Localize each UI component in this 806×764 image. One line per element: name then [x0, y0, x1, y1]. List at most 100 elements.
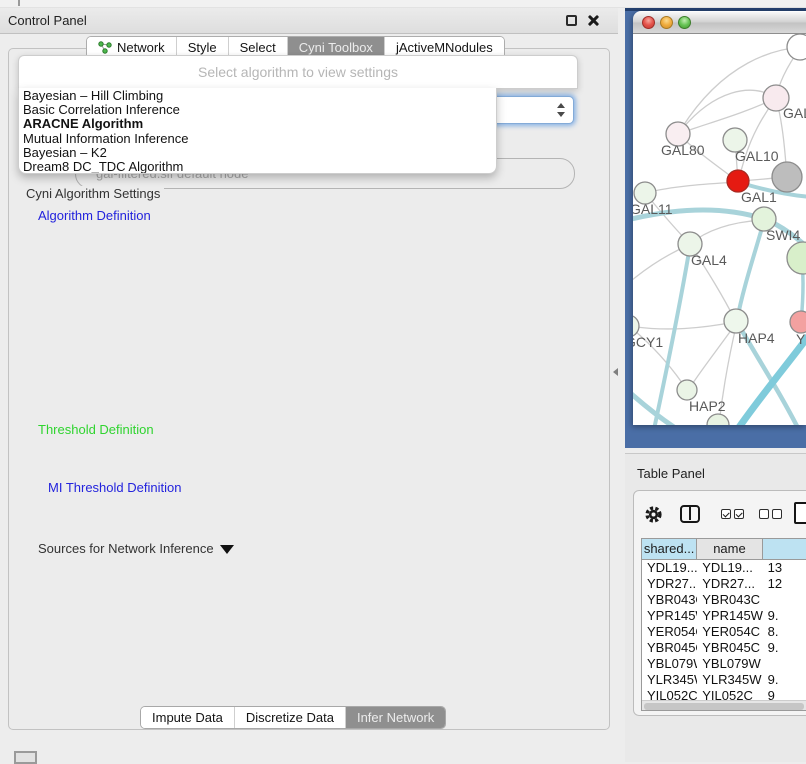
- table-cell: YPR145W: [697, 608, 762, 624]
- zoom-window-icon[interactable]: [678, 16, 691, 29]
- table-cell: YBL079W: [697, 656, 762, 672]
- top-strip: [0, 0, 806, 8]
- node-label: HAP4: [738, 330, 775, 346]
- table-cell: [763, 656, 806, 672]
- table-row[interactable]: YBR043CYBR043C: [642, 592, 806, 608]
- tab-infer-network[interactable]: Infer Network: [345, 707, 445, 728]
- network-node[interactable]: [787, 34, 806, 60]
- algorithm-option-mutual-information-inference[interactable]: Mutual Information Inference: [23, 132, 496, 146]
- network-node[interactable]: [787, 242, 806, 274]
- checked-box-icon[interactable]: [734, 509, 744, 519]
- table-row[interactable]: YDR27...YDR27...12: [642, 576, 806, 592]
- network-view-window: GALGAL80GAL10GAL1GAL11SWI4GAL4HAP4YGCY1H…: [633, 11, 806, 425]
- mi-threshold-legend: MI Threshold Definition: [44, 480, 185, 495]
- table-cell: YLR345W: [642, 672, 697, 688]
- node-label: GAL80: [661, 142, 705, 158]
- algorithm-option-bayesian-hill-climbing[interactable]: Bayesian – Hill Climbing: [23, 89, 496, 103]
- table-panel-title: Table Panel: [637, 466, 705, 481]
- minimize-window-icon[interactable]: [660, 16, 673, 29]
- algorithm-option-aracne-algorithm[interactable]: ARACNE Algorithm: [23, 117, 496, 131]
- network-icon: [98, 41, 112, 54]
- algorithm-option-bayesian-k2[interactable]: Bayesian – K2: [23, 146, 496, 160]
- sources-legend-text: Sources for Network Inference: [38, 541, 214, 556]
- document-icon[interactable]: [794, 502, 806, 524]
- node-label: GAL: [783, 105, 806, 121]
- close-icon[interactable]: [587, 14, 600, 27]
- table-toolbar: [633, 498, 806, 532]
- table-cell: YBL079W: [642, 656, 697, 672]
- table-horizontal-scrollbar[interactable]: [642, 700, 806, 710]
- split-columns-icon[interactable]: [680, 505, 700, 523]
- table-cell: YER054C: [697, 624, 762, 640]
- network-node[interactable]: [772, 162, 802, 192]
- table-row[interactable]: YBL079WYBL079W: [642, 656, 806, 672]
- control-panel-titlebar: [0, 8, 618, 34]
- table-scrollbar-thumb[interactable]: [644, 703, 804, 710]
- algorithm-option-dream8-dc-tdc-algorithm[interactable]: Dream8 DC_TDC Algorithm: [23, 160, 496, 174]
- algorithm-option-basic-correlation-inference[interactable]: Basic Correlation Inference: [23, 103, 496, 117]
- node-label: GAL4: [691, 252, 727, 268]
- algorithm-definition-legend: Algorithm Definition: [34, 208, 155, 223]
- table-cell: 8.: [763, 624, 806, 640]
- node-label: GCY1: [633, 334, 663, 350]
- table-cell: YIL052C: [697, 688, 762, 700]
- unchecked-box-icon[interactable]: [759, 509, 769, 519]
- table-cell: YPR145W: [642, 608, 697, 624]
- table-cell: [763, 592, 806, 608]
- table-row[interactable]: YDL19...YDL19...13: [642, 560, 806, 576]
- algorithm-dropdown-list: Bayesian – Hill ClimbingBasic Correlatio…: [18, 88, 497, 174]
- tab-discretize-data[interactable]: Discretize Data: [234, 707, 345, 728]
- unchecked-box-icon[interactable]: [772, 509, 782, 519]
- table-row[interactable]: YIL052CYIL052C9: [642, 688, 806, 700]
- table-cell: 9.: [763, 672, 806, 688]
- table-cell: YDL19...: [642, 560, 697, 576]
- divider-grip-icon[interactable]: [613, 368, 618, 376]
- network-edge[interactable]: [645, 182, 737, 193]
- checked-box-icon[interactable]: [721, 509, 731, 519]
- tab-impute-data[interactable]: Impute Data: [141, 707, 234, 728]
- table-cell: YBR043C: [642, 592, 697, 608]
- table-cell: 13: [763, 560, 806, 576]
- algorithm-select-placeholder[interactable]: Select algorithm to view settings: [18, 55, 578, 89]
- collapse-down-icon: [220, 545, 234, 554]
- cyni-mode-tabs: Impute DataDiscretize DataInfer Network: [140, 706, 446, 729]
- combo-stepper-icon: [557, 103, 565, 117]
- float-panel-icon[interactable]: [566, 15, 577, 26]
- column-header-extra[interactable]: [763, 539, 806, 559]
- network-edge[interactable]: [678, 98, 776, 134]
- network-canvas[interactable]: GALGAL80GAL10GAL1GAL11SWI4GAL4HAP4YGCY1H…: [633, 34, 806, 425]
- gear-icon[interactable]: [643, 504, 664, 525]
- network-edge-weighted[interactable]: [737, 221, 764, 320]
- table-row[interactable]: YBR045CYBR045C9.: [642, 640, 806, 656]
- table-row[interactable]: YER054CYER054C8.: [642, 624, 806, 640]
- table-cell: YDR27...: [642, 576, 697, 592]
- network-edge[interactable]: [633, 322, 735, 329]
- table-cell: 12: [763, 576, 806, 592]
- node-label: HAP2: [689, 398, 726, 414]
- table-cell: 9: [763, 688, 806, 700]
- network-node-hap2[interactable]: [677, 380, 697, 400]
- table-cell: YBR043C: [697, 592, 762, 608]
- table-row[interactable]: YLR345WYLR345W9.: [642, 672, 806, 688]
- settings-legend: Cyni Algorithm Settings: [22, 186, 164, 201]
- table-rows: YDL19...YDL19...13YDR27...YDR27...12YBR0…: [642, 560, 806, 700]
- table-cell: YBR045C: [642, 640, 697, 656]
- column-header-name[interactable]: name: [697, 539, 762, 559]
- sources-legend[interactable]: Sources for Network Inference: [34, 541, 238, 556]
- table-cell: YIL052C: [642, 688, 697, 700]
- minimized-panel-icon[interactable]: [14, 751, 37, 764]
- table-cell: YDR27...: [697, 576, 762, 592]
- network-node[interactable]: [707, 414, 729, 425]
- table-cell: YER054C: [642, 624, 697, 640]
- close-window-icon[interactable]: [642, 16, 655, 29]
- node-table: shared...name YDL19...YDL19...13YDR27...…: [641, 538, 806, 711]
- network-node-y[interactable]: [790, 311, 806, 333]
- table-header-row: shared...name: [642, 539, 806, 560]
- table-cell: YLR345W: [697, 672, 762, 688]
- top-tick: [18, 0, 20, 6]
- table-cell: YDL19...: [697, 560, 762, 576]
- column-header-shared[interactable]: shared...: [642, 539, 697, 559]
- network-window-titlebar[interactable]: [633, 11, 806, 34]
- table-row[interactable]: YPR145WYPR145W9.: [642, 608, 806, 624]
- node-label: GAL1: [741, 189, 777, 205]
